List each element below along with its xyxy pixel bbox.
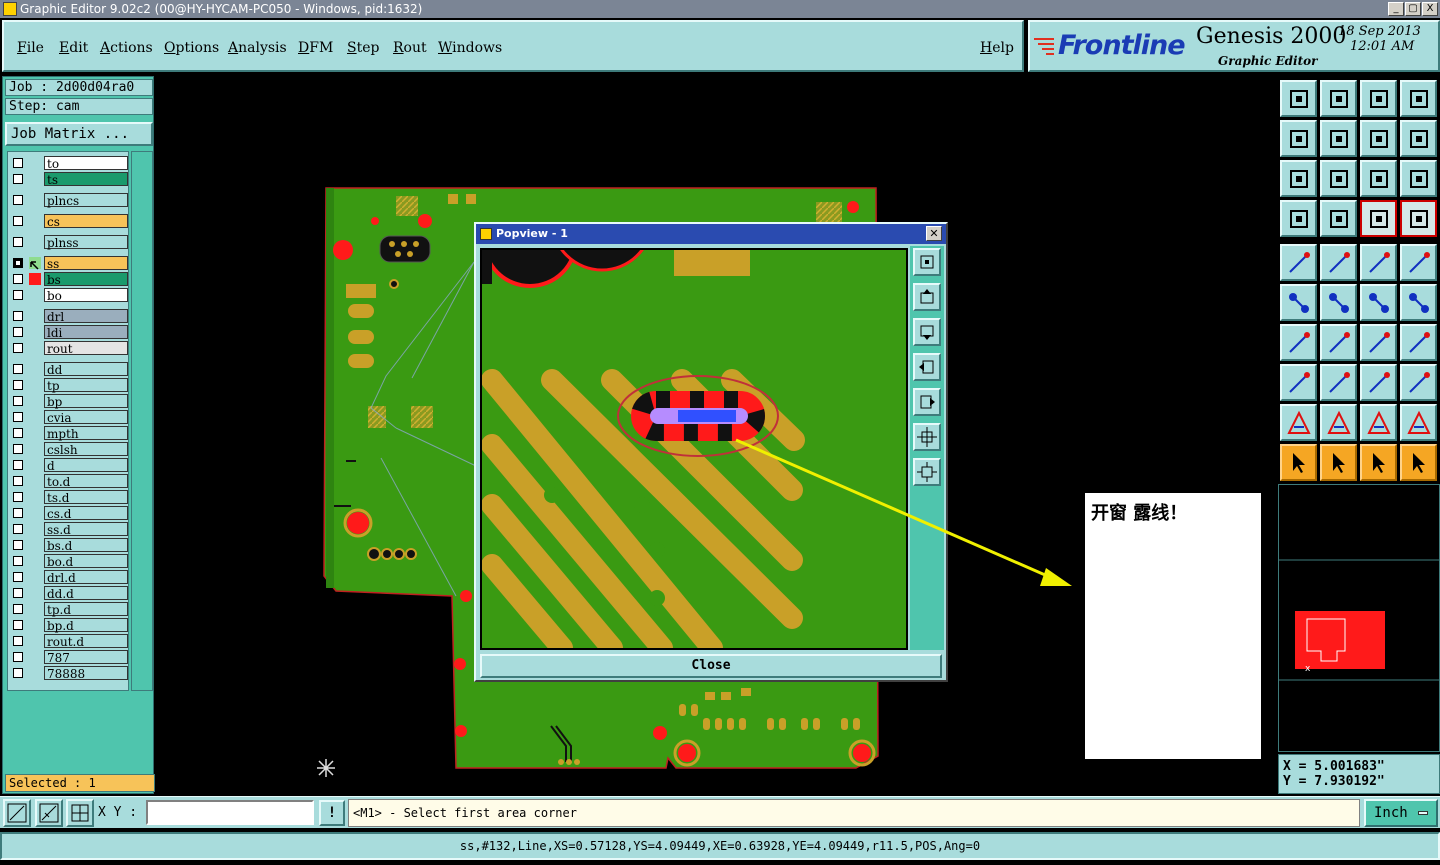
pointer-route-icon[interactable]: [1400, 444, 1437, 481]
triangle-icon[interactable]: [1280, 404, 1317, 441]
measure-line-icon[interactable]: [1320, 244, 1357, 281]
xy-input[interactable]: [146, 800, 314, 825]
feature-status-bar: ss,#132,Line,XS=0.57128,YS=4.09449,XE=0.…: [0, 832, 1440, 860]
genesis-app: Graphic Editor 9.02c2 (00@HY-HYCAM-PC050…: [0, 0, 1440, 865]
prev-icon[interactable]: [1280, 120, 1317, 157]
open-icon[interactable]: [1280, 80, 1317, 117]
net-icon[interactable]: [1360, 200, 1397, 237]
save-icon[interactable]: [1320, 80, 1357, 117]
xy-label: X Y :: [98, 805, 138, 820]
window-icon[interactable]: [1400, 80, 1437, 117]
pointer-pick-icon[interactable]: [1360, 444, 1397, 481]
arc-icon[interactable]: [1360, 324, 1397, 361]
center-icon[interactable]: [1320, 160, 1357, 197]
chevron-down-icon: [1418, 811, 1428, 815]
tools-icon[interactable]: [1280, 200, 1317, 237]
grid-icon[interactable]: [66, 799, 94, 827]
ratio-icon[interactable]: [1360, 160, 1397, 197]
triangle-four-icon[interactable]: [1400, 404, 1437, 441]
probe-icon[interactable]: [1320, 200, 1357, 237]
next-icon[interactable]: [1320, 120, 1357, 157]
zoom-area-icon[interactable]: [1360, 364, 1397, 401]
command-bar: X Y : ! <M1> - Select first area corner …: [0, 796, 1440, 828]
annotation-note: 开窗 露线！: [1085, 493, 1261, 759]
annotation-text: 开窗 露线！: [1091, 503, 1188, 524]
pointer-select-icon[interactable]: [1320, 444, 1357, 481]
select-feature-icon[interactable]: [1280, 244, 1317, 281]
unit-value: Inch: [1374, 805, 1408, 821]
cycle-icon[interactable]: [1400, 120, 1437, 157]
copy-icon[interactable]: [1400, 284, 1437, 321]
swap-icon[interactable]: [1360, 120, 1397, 157]
execute-button[interactable]: !: [319, 800, 345, 826]
command-prompt: <M1> - Select first area corner: [348, 799, 1360, 827]
board-overview-minimap[interactable]: x: [1278, 484, 1440, 752]
pad-icon[interactable]: [1400, 244, 1437, 281]
move-icon[interactable]: [1360, 284, 1397, 321]
group-icon[interactable]: [1400, 364, 1437, 401]
delete-icon[interactable]: [1320, 284, 1357, 321]
connect-icon[interactable]: [1280, 284, 1317, 321]
text-icon[interactable]: [1400, 324, 1437, 361]
add-pad-icon[interactable]: [1280, 364, 1317, 401]
fit-icon[interactable]: [1280, 160, 1317, 197]
cursor-coordinates: X = 5.001683" Y = 7.930192": [1278, 754, 1440, 794]
pointer-icon[interactable]: [1280, 444, 1317, 481]
svg-text:x: x: [1305, 664, 1311, 674]
triangle-two-icon[interactable]: [1320, 404, 1357, 441]
angle-icon[interactable]: [1280, 324, 1317, 361]
ruler-icon[interactable]: [1360, 244, 1397, 281]
snap-icon[interactable]: [35, 799, 63, 827]
netlist-icon[interactable]: [1400, 200, 1437, 237]
home-icon[interactable]: [1360, 80, 1397, 117]
triangle-three-icon[interactable]: [1360, 404, 1397, 441]
split-icon[interactable]: [1320, 364, 1357, 401]
coord-y: Y = 7.930192": [1283, 774, 1385, 789]
coord-x: X = 5.001683": [1283, 759, 1385, 774]
unit-select[interactable]: Inch: [1364, 799, 1438, 827]
line-icon[interactable]: [1320, 324, 1357, 361]
help-icon[interactable]: [1400, 160, 1437, 197]
measure-icon[interactable]: [3, 799, 31, 827]
